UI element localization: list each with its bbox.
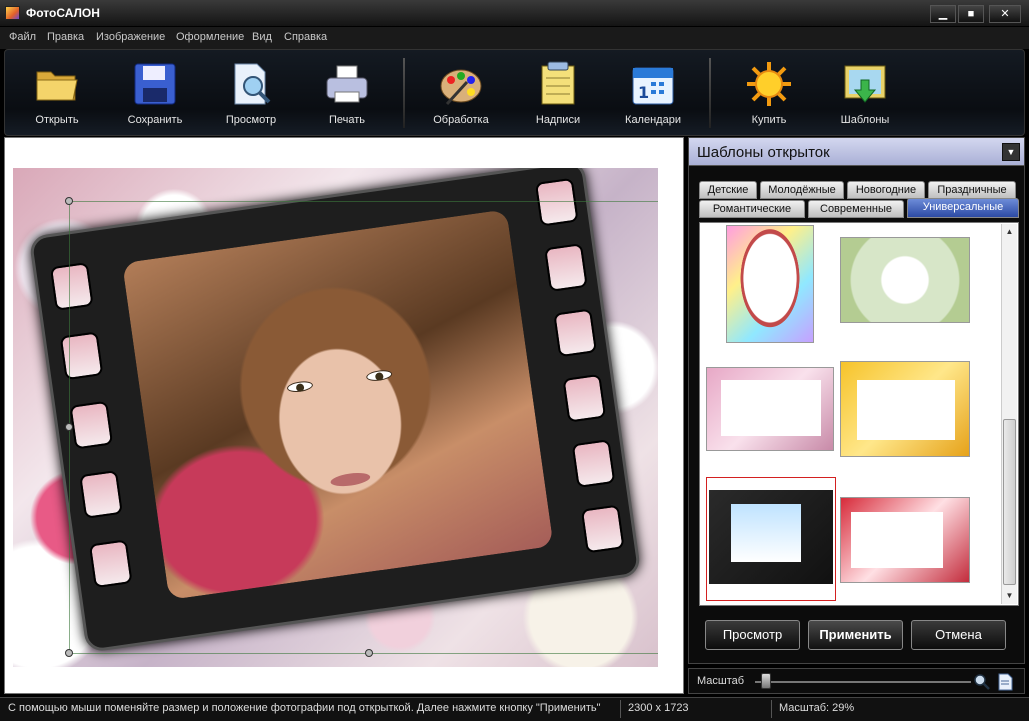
preview-button[interactable]: Просмотр xyxy=(205,58,297,130)
template-preview-button[interactable]: Просмотр xyxy=(705,620,800,650)
resize-handle[interactable] xyxy=(65,423,73,431)
notepad-icon xyxy=(541,61,575,105)
processing-button[interactable]: Обработка xyxy=(415,58,507,130)
apply-button[interactable]: Применить xyxy=(808,620,903,650)
templates-panel: Шаблоны открыток ▼ Детские Молодёжные Но… xyxy=(688,137,1025,664)
minimize-button[interactable]: ▁ xyxy=(930,5,956,23)
template-thumbnail-selected[interactable] xyxy=(706,477,836,601)
preview-label: Просмотр xyxy=(225,114,277,126)
template-thumbnail[interactable] xyxy=(726,225,814,343)
menu-edit[interactable]: Правка xyxy=(47,31,84,43)
save-button[interactable]: Сохранить xyxy=(109,58,201,130)
thumbnail-scrollbar[interactable]: ▲ ▼ xyxy=(1001,224,1017,604)
page-icon[interactable] xyxy=(997,673,1013,691)
templates-label: Шаблоны xyxy=(840,114,890,126)
calendar-icon: 1 xyxy=(632,67,674,105)
buy-button[interactable]: Купить xyxy=(723,58,815,130)
scrollbar-thumb[interactable] xyxy=(1003,419,1016,585)
captions-button[interactable]: Надписи xyxy=(512,58,604,130)
status-zoom: Масштаб: 29% xyxy=(779,702,855,714)
toolbar-separator xyxy=(403,58,405,128)
panel-title: Шаблоны открыток xyxy=(697,144,830,161)
print-label: Печать xyxy=(328,114,366,126)
scroll-up-icon[interactable]: ▲ xyxy=(1003,225,1016,238)
resize-handle[interactable] xyxy=(65,197,73,205)
tab-universal[interactable]: Универсальные xyxy=(907,198,1019,218)
buy-label: Купить xyxy=(751,114,787,126)
tab-modern[interactable]: Современные xyxy=(808,200,904,218)
zoom-fit-icon[interactable] xyxy=(973,673,991,691)
print-button[interactable]: Печать xyxy=(301,58,393,130)
tab-kids[interactable]: Детские xyxy=(699,181,757,199)
menu-file[interactable]: Файл xyxy=(9,31,36,43)
toolbar-separator xyxy=(709,58,711,128)
calendars-label: Календари xyxy=(625,114,681,126)
toolbar: Открыть Сохранить Просмотр Печать Обрабо… xyxy=(4,49,1025,136)
status-bar: С помощью мыши поменяйте размер и положе… xyxy=(0,697,1029,721)
zoom-label: Масштаб xyxy=(697,675,745,687)
tab-romantic[interactable]: Романтические xyxy=(699,200,805,218)
resize-handle[interactable] xyxy=(365,649,373,657)
menu-design[interactable]: Оформление xyxy=(176,31,244,43)
menu-bar: Файл Правка Изображение Оформление Вид С… xyxy=(0,27,1029,49)
template-thumbnail[interactable] xyxy=(840,497,970,583)
captions-label: Надписи xyxy=(535,114,581,126)
menu-view[interactable]: Вид xyxy=(252,31,272,43)
maximize-button[interactable]: ■ xyxy=(958,5,984,23)
menu-image[interactable]: Изображение xyxy=(96,31,165,43)
film-template-preview xyxy=(709,490,833,584)
template-thumbnail[interactable] xyxy=(840,361,970,457)
open-button[interactable]: Открыть xyxy=(11,58,103,130)
title-bar: ФотоСАЛОН ▁ ■ ✕ xyxy=(0,0,1029,27)
close-button[interactable]: ✕ xyxy=(989,5,1021,23)
panel-header: Шаблоны открыток ▼ xyxy=(689,138,1024,166)
menu-help[interactable]: Справка xyxy=(284,31,327,43)
processing-label: Обработка xyxy=(433,114,489,126)
photo-selection-box[interactable] xyxy=(69,201,658,654)
postcard-preview[interactable] xyxy=(13,168,658,667)
svg-text:1: 1 xyxy=(638,83,649,102)
template-thumbnail[interactable] xyxy=(840,237,970,323)
template-thumbnails: ▲ ▼ xyxy=(699,222,1019,606)
zoom-slider[interactable] xyxy=(755,681,971,683)
open-folder-icon xyxy=(36,71,78,101)
tab-new-year[interactable]: Новогодние xyxy=(847,181,925,199)
templates-download-icon xyxy=(844,65,886,103)
preview-magnifier-icon xyxy=(234,63,271,105)
zoom-slider-knob[interactable] xyxy=(761,673,771,689)
cancel-button[interactable]: Отмена xyxy=(911,620,1006,650)
palette-icon xyxy=(440,69,482,106)
canvas-area[interactable] xyxy=(4,137,684,694)
save-label: Сохранить xyxy=(127,114,183,126)
printer-icon xyxy=(326,65,368,103)
zoom-controls: Масштаб xyxy=(688,668,1025,694)
status-dimensions: 2300 x 1723 xyxy=(628,702,689,714)
scroll-down-icon[interactable]: ▼ xyxy=(1003,589,1016,602)
sun-icon xyxy=(747,62,791,106)
calendars-button[interactable]: 1 Календари xyxy=(607,58,699,130)
app-icon xyxy=(5,6,20,20)
tab-youth[interactable]: Молодёжные xyxy=(760,181,844,199)
open-label: Открыть xyxy=(35,114,79,126)
templates-button[interactable]: Шаблоны xyxy=(819,58,911,130)
tab-holiday[interactable]: Праздничные xyxy=(928,181,1016,199)
template-thumbnail[interactable] xyxy=(706,367,834,451)
save-disk-icon xyxy=(134,63,176,105)
resize-handle[interactable] xyxy=(65,649,73,657)
window-title: ФотоСАЛОН xyxy=(26,6,100,20)
status-hint: С помощью мыши поменяйте размер и положе… xyxy=(8,702,601,714)
chevron-down-icon[interactable]: ▼ xyxy=(1002,143,1020,161)
